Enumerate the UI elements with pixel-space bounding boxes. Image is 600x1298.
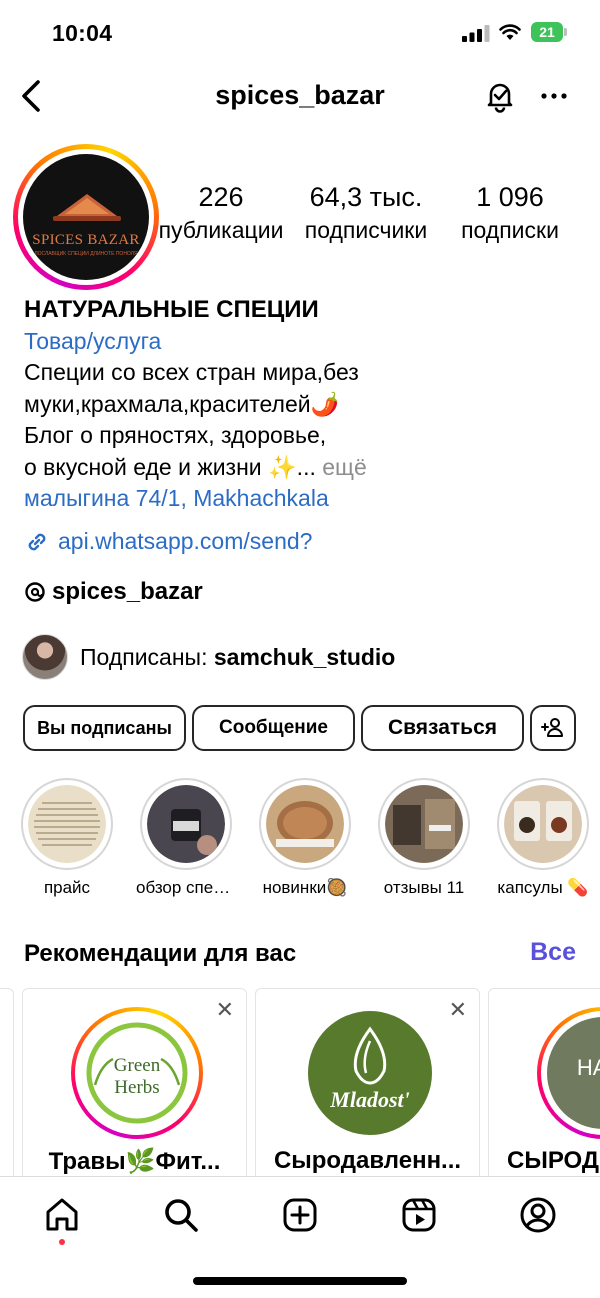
rec-logo-text: HA SI	[577, 1055, 600, 1080]
suggest-people-button[interactable]	[530, 705, 576, 751]
status-time: 10:04	[52, 20, 113, 46]
highlight-price[interactable]: прайс	[17, 778, 117, 898]
status-bar: 10:04 21	[0, 0, 600, 62]
threads-handle: spices_bazar	[52, 578, 203, 605]
rec-logo-text: Mladost'	[329, 1087, 409, 1112]
profile-link-text: api.whatsapp.com/send?	[58, 528, 313, 554]
green-herbs-logo: Green Herbs	[81, 1017, 193, 1129]
profile-header: spices_bazar	[0, 66, 600, 126]
message-button[interactable]: Сообщение	[192, 705, 355, 751]
bio-line: Блог о пряностях, здоровье,	[24, 422, 327, 448]
highlight-review-spices[interactable]: обзор спец...	[136, 778, 236, 898]
stat-following[interactable]: 1 096 подписки	[450, 180, 570, 246]
highlight-capsules[interactable]: капсулы 💊	[493, 778, 593, 898]
highlight-label: капсулы 💊	[497, 878, 589, 897]
rec-card[interactable]: ✕ Green Herbs Травы🌿Фит...	[22, 988, 247, 1188]
profile-bio: НАТУРАЛЬНЫЕ СПЕЦИИ Товар/услуга Специи с…	[24, 294, 584, 515]
highlight-price-cover	[28, 785, 106, 863]
threads-badge[interactable]: spices_bazar	[24, 578, 203, 606]
highlight-reviews[interactable]: отзывы 11	[374, 778, 474, 898]
rec-avatar: HA SI	[537, 1007, 600, 1139]
logo-brand-text: SPICES BAZAR	[32, 232, 140, 248]
bio-line: о вкусной еде и жизни ✨...	[24, 453, 316, 480]
close-icon[interactable]: ✕	[449, 999, 467, 1021]
create-icon[interactable]	[280, 1195, 320, 1235]
highlight-label: обзор спец...	[136, 878, 236, 897]
signal-icon	[462, 25, 490, 42]
highlight-new-cover	[266, 785, 344, 863]
rec-card-name: Сыродавленн...	[273, 1147, 462, 1174]
profile-category: Товар/услуга	[24, 327, 162, 354]
close-icon[interactable]: ✕	[216, 999, 234, 1021]
battery-icon: 21	[531, 22, 567, 42]
logo-roof-graphic	[53, 194, 121, 221]
rec-card-name: Травы🌿Фит...	[48, 1148, 221, 1175]
add-person-icon	[541, 718, 563, 737]
highlight-review-cover	[147, 785, 225, 863]
more-options-icon[interactable]	[536, 78, 572, 114]
followed-by-text: Подписаны: samchuk_studio	[80, 643, 396, 670]
rec-logo-line2: Herbs	[114, 1077, 159, 1098]
rec-card[interactable]: ✕ Mladost' Сыродавленн...	[255, 988, 480, 1188]
wifi-icon	[499, 24, 521, 40]
stat-following-label: подписки	[461, 217, 559, 243]
profile-display-name: НАТУРАЛЬНЫЕ СПЕЦИИ	[24, 296, 319, 323]
bio-line-last: о вкусной еде и жизни ✨... ещё	[24, 452, 584, 484]
highlight-capsules-cover	[504, 785, 582, 863]
profile-location[interactable]: малыгина 74/1, Makhachkala	[24, 483, 584, 515]
rec-logo-line1: Green	[114, 1055, 161, 1076]
highlight-label: прайс	[43, 878, 91, 897]
home-notification-dot	[59, 1239, 65, 1245]
stat-followers[interactable]: 64,3 тыс. подписчики	[296, 180, 436, 246]
stat-followers-count: 64,3 тыс.	[309, 182, 423, 212]
link-icon	[28, 533, 46, 550]
profile-avatar[interactable]: SPICES BAZAR ЛОСЛАВЩИК СПЕЦИИ ДЛИНОТЕ ПО…	[13, 144, 159, 290]
highlight-reviews-cover	[385, 785, 463, 863]
following-button[interactable]: Вы подписаны	[23, 705, 186, 751]
mladost-logo: Mladost'	[308, 1011, 432, 1135]
notification-bell-icon[interactable]	[482, 78, 518, 114]
bio-more-link[interactable]: ещё	[322, 454, 367, 480]
see-all-link[interactable]: Все	[530, 938, 576, 967]
recommendations-title: Рекомендации для вас	[24, 940, 297, 967]
logo-tagline: ЛОСЛАВЩИК СПЕЦИИ ДЛИНОТЕ ПОНОЛЯ	[34, 251, 138, 257]
highlight-label: новинки🥘	[262, 878, 348, 897]
search-icon[interactable]	[161, 1195, 201, 1235]
contact-button[interactable]: Связаться	[361, 705, 524, 751]
stat-posts-count: 226	[198, 182, 244, 212]
highlight-label: отзывы 11	[383, 878, 465, 897]
rec-logo: HA SI	[547, 1017, 600, 1129]
reels-icon[interactable]	[399, 1195, 439, 1235]
bio-line: муки,крахмала,красителей🌶️	[24, 390, 340, 417]
follower-avatar	[22, 634, 68, 680]
rec-avatar: Green Herbs	[71, 1007, 203, 1139]
profile-icon[interactable]	[518, 1195, 558, 1235]
rec-card-name: СЫРОД	[507, 1147, 599, 1174]
threads-icon	[25, 582, 45, 602]
rec-card-partial	[0, 988, 14, 1188]
spices-bazar-logo: SPICES BAZAR ЛОСЛАВЩИК СПЕЦИИ ДЛИНОТЕ ПО…	[23, 154, 149, 280]
stat-posts-label: публикации	[158, 217, 284, 243]
home-icon[interactable]	[42, 1195, 82, 1235]
stat-followers-label: подписчики	[304, 217, 428, 243]
home-indicator	[193, 1277, 407, 1285]
profile-external-link[interactable]: api.whatsapp.com/send?	[24, 528, 312, 555]
battery-level: 21	[531, 22, 563, 42]
stat-posts[interactable]: 226 публикации	[156, 180, 286, 246]
stat-following-count: 1 096	[476, 182, 544, 212]
rec-card[interactable]: HA SI СЫРОД	[488, 988, 600, 1188]
followed-by[interactable]: Подписаны: samchuk_studio	[22, 633, 395, 681]
highlight-new[interactable]: новинки🥘	[255, 778, 355, 898]
bio-line: Специи со всех стран мира,без	[24, 359, 359, 385]
rec-avatar: Mladost'	[304, 1007, 436, 1139]
